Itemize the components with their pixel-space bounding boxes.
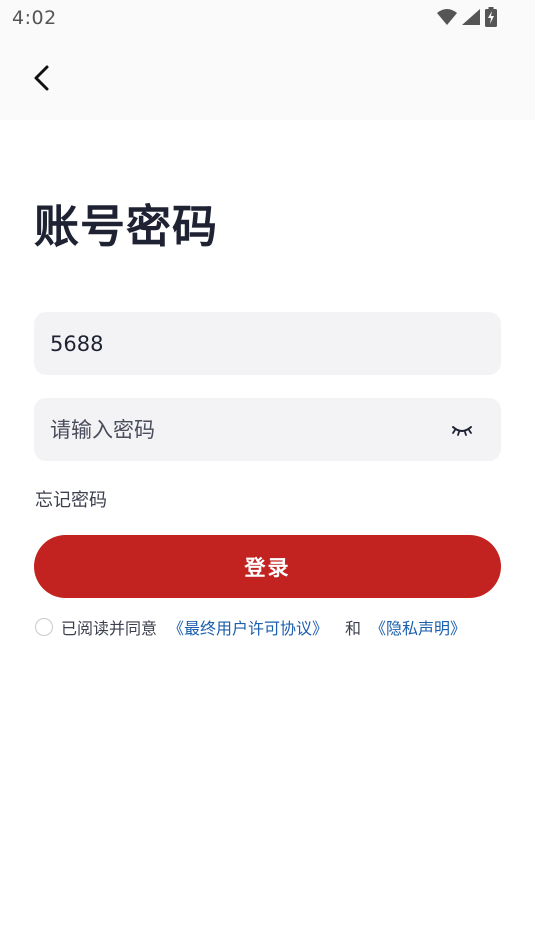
page-title: 账号密码 (34, 200, 219, 253)
status-bar: 4:02 (0, 0, 535, 36)
agreement-prefix: 已阅读并同意 (61, 619, 158, 638)
wifi-icon (437, 9, 457, 25)
password-field[interactable] (34, 398, 501, 461)
account-field[interactable] (34, 312, 501, 375)
chevron-left-icon (34, 65, 49, 91)
back-button[interactable] (24, 58, 60, 98)
signal-icon (462, 9, 480, 25)
agreement-checkbox[interactable] (35, 618, 53, 636)
status-time: 4:02 (12, 7, 57, 29)
eye-closed-icon (452, 426, 472, 436)
agreement-row: 已阅读并同意 《最终用户许可协议》 和 《隐私声明》 (35, 615, 466, 639)
login-button[interactable]: 登录 (34, 535, 501, 598)
password-input[interactable] (50, 398, 430, 461)
status-icons (437, 7, 497, 27)
account-input[interactable] (50, 312, 430, 375)
nav-bar (0, 36, 535, 120)
eula-link[interactable]: 《最终用户许可协议》 (168, 615, 328, 639)
forgot-password-link[interactable]: 忘记密码 (35, 486, 107, 512)
battery-charging-icon (485, 7, 497, 27)
agreement-conjunction: 和 (345, 619, 362, 638)
privacy-link[interactable]: 《隐私声明》 (370, 615, 466, 639)
password-visibility-toggle[interactable] (449, 420, 475, 440)
